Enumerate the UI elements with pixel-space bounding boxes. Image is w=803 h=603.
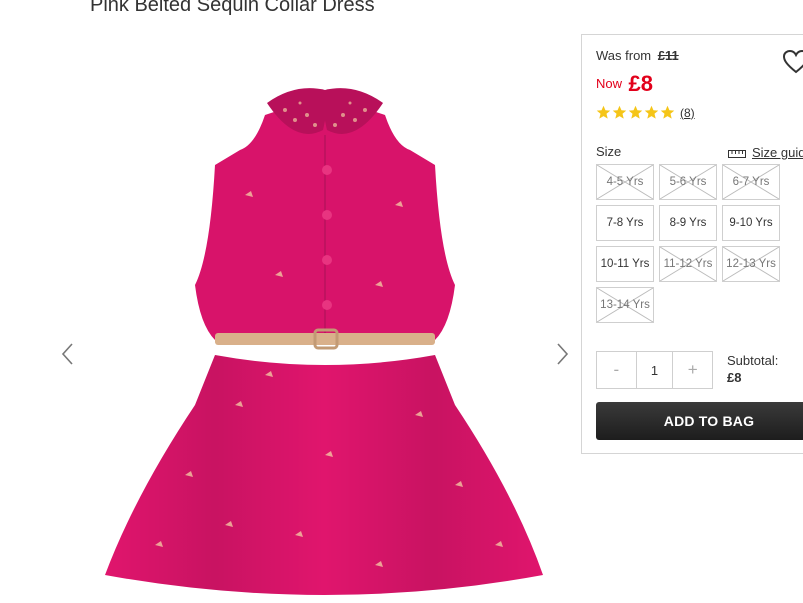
star-icon xyxy=(644,105,659,119)
subtotal-value: £8 xyxy=(727,370,742,385)
size-option[interactable]: 13-14 Yrs xyxy=(596,287,654,323)
size-option-label: 10-11 Yrs xyxy=(600,258,650,270)
star-icon xyxy=(596,105,611,119)
quantity-increase-button[interactable]: + xyxy=(673,352,712,388)
star-icon xyxy=(660,105,675,119)
add-to-bag-button[interactable]: ADD TO BAG xyxy=(596,402,803,440)
quantity-decrease-button[interactable]: - xyxy=(597,352,636,388)
size-option[interactable]: 5-6 Yrs xyxy=(659,164,717,200)
size-option[interactable]: 10-11 Yrs xyxy=(596,246,654,282)
size-option[interactable]: 6-7 Yrs xyxy=(722,164,780,200)
star-icon xyxy=(628,105,643,119)
purchase-panel: Was from £11 Now £8 (8) Size Size guide … xyxy=(581,34,803,454)
size-option[interactable]: 12-13 Yrs xyxy=(722,246,780,282)
was-price: £11 xyxy=(657,48,679,63)
chevron-left-icon[interactable] xyxy=(58,340,78,368)
size-option-label: 12-13 Yrs xyxy=(726,258,776,270)
subtotal-label: Subtotal: xyxy=(727,353,779,368)
size-option-label: 6-7 Yrs xyxy=(732,176,770,188)
now-price-line: Now £8 xyxy=(596,71,653,97)
size-guide-link[interactable]: Size guide xyxy=(728,145,803,160)
size-option[interactable]: 8-9 Yrs xyxy=(659,205,717,241)
quantity-stepper: - 1 + xyxy=(596,351,713,389)
size-label: Size xyxy=(596,144,622,159)
size-option[interactable]: 11-12 Yrs xyxy=(659,246,717,282)
size-option-label: 5-6 Yrs xyxy=(669,176,707,188)
size-option-label: 8-9 Yrs xyxy=(669,217,707,229)
product-image xyxy=(105,88,543,595)
heart-icon[interactable] xyxy=(782,49,803,75)
star-icon xyxy=(612,105,627,119)
size-option-label: 7-8 Yrs xyxy=(606,217,644,229)
size-option[interactable]: 9-10 Yrs xyxy=(722,205,780,241)
review-count-link[interactable]: (8) xyxy=(680,106,695,120)
ruler-icon xyxy=(728,149,746,158)
size-option-label: 13-14 Yrs xyxy=(600,299,650,311)
now-label: Now xyxy=(596,76,623,91)
size-guide-label: Size guide xyxy=(752,145,803,160)
product-title: Pink Belted Sequin Collar Dress xyxy=(90,0,375,16)
star-rating: (8) xyxy=(596,105,695,120)
size-option[interactable]: 4-5 Yrs xyxy=(596,164,654,200)
size-option-label: 4-5 Yrs xyxy=(606,176,644,188)
size-option[interactable]: 7-8 Yrs xyxy=(596,205,654,241)
size-option-label: 11-12 Yrs xyxy=(663,258,713,270)
now-price: £8 xyxy=(628,71,653,96)
chevron-right-icon[interactable] xyxy=(552,340,572,368)
size-option-label: 9-10 Yrs xyxy=(729,217,773,229)
product-gallery xyxy=(0,40,580,603)
was-label: Was from xyxy=(596,48,652,63)
was-price-line: Was from £11 xyxy=(596,48,679,63)
quantity-input[interactable]: 1 xyxy=(635,352,674,388)
